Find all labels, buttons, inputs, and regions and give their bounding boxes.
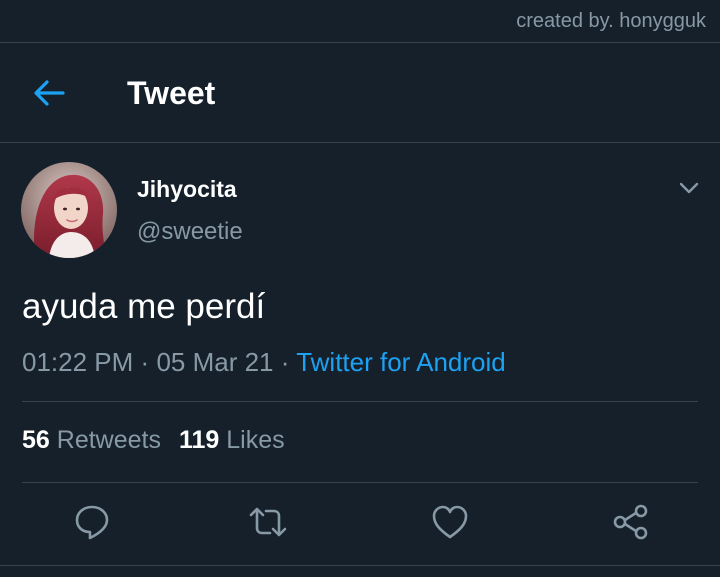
speech-bubble-icon: [75, 505, 109, 540]
tweet-text: ayuda me perdí: [22, 287, 266, 326]
like-button[interactable]: [430, 502, 470, 542]
avatar[interactable]: [21, 162, 117, 258]
tweet-source-link[interactable]: Twitter for Android: [296, 347, 506, 377]
retweets-label: Retweets: [56, 426, 161, 454]
author-handle[interactable]: @sweetie: [137, 218, 243, 246]
retweets-stat[interactable]: 56 Retweets: [22, 426, 161, 454]
chevron-down-icon[interactable]: [677, 178, 701, 198]
profile-photo-image: [21, 162, 117, 258]
reply-button[interactable]: [72, 502, 112, 542]
bottom-divider: [0, 565, 720, 566]
watermark-text: created by. honygguk: [516, 10, 706, 32]
tweet-meta: 01:22 PM · 05 Mar 21 · Twitter for Andro…: [22, 347, 506, 378]
likes-stat[interactable]: 119 Likes: [179, 426, 285, 454]
retweets-count: 56: [22, 426, 50, 454]
share-nodes-icon: [613, 504, 648, 540]
tweet-date: 05 Mar 21: [156, 347, 274, 377]
tweet-time: 01:22 PM: [22, 347, 134, 377]
retweet-button[interactable]: [248, 502, 288, 542]
likes-label: Likes: [226, 426, 285, 454]
share-button[interactable]: [611, 502, 651, 542]
arrow-left-icon[interactable]: [33, 79, 65, 107]
divider: [22, 482, 698, 483]
likes-count: 119: [178, 426, 220, 454]
meta-separator: ·: [140, 347, 150, 377]
author-display-name[interactable]: Jihyocita: [137, 176, 237, 203]
header-bar: Tweet: [0, 43, 720, 143]
heart-icon: [432, 505, 468, 539]
divider: [22, 401, 698, 402]
meta-separator: ·: [280, 347, 290, 377]
engagement-stats: 56 Retweets 119 Likes: [22, 426, 285, 455]
page-title: Tweet: [127, 75, 216, 111]
retweet-arrows-icon: [249, 507, 287, 537]
